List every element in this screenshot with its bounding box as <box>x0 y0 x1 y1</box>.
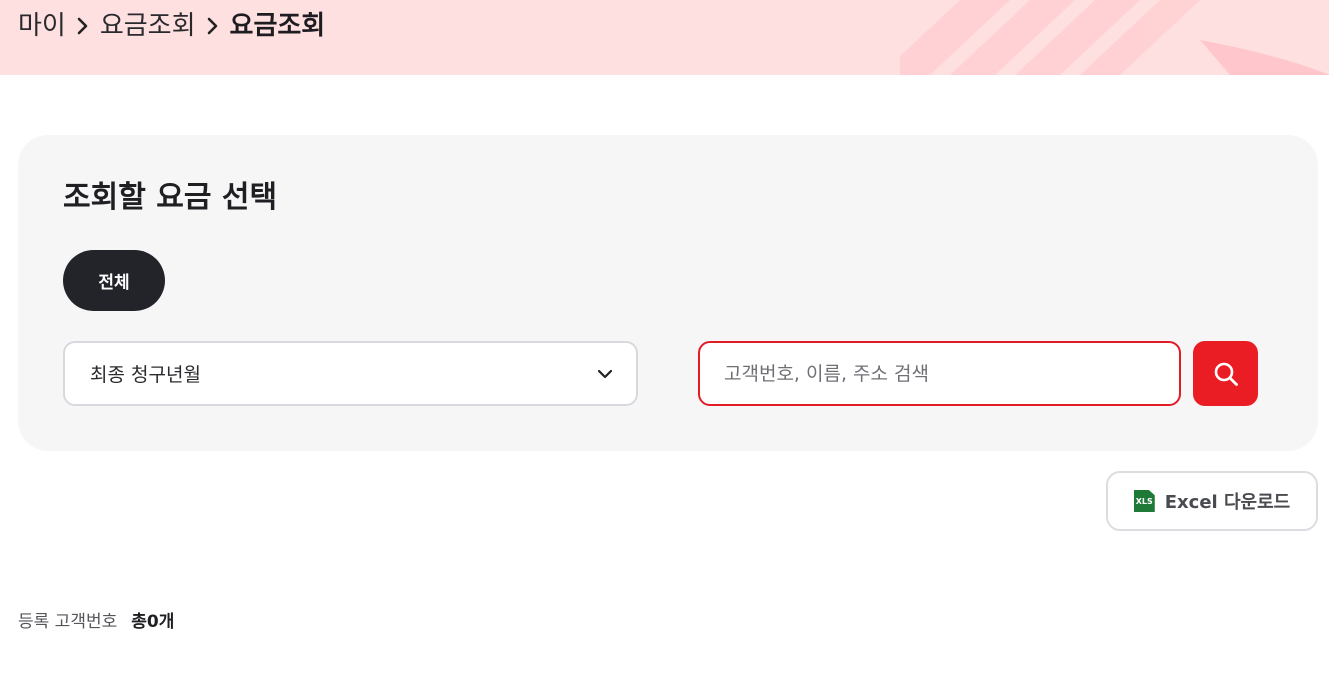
billing-period-select[interactable]: 최종 청구년월 <box>63 341 638 406</box>
excel-file-icon: XLS <box>1133 490 1155 512</box>
excel-download-button[interactable]: XLS Excel 다운로드 <box>1106 471 1318 531</box>
search-input[interactable] <box>700 343 1179 404</box>
breadcrumb: 마이 요금조회 요금조회 <box>18 7 325 45</box>
filter-chip-all[interactable]: 전체 <box>63 250 165 311</box>
page-header-band: 마이 요금조회 요금조회 <box>0 0 1329 75</box>
breadcrumb-current: 요금조회 <box>229 11 326 41</box>
registered-count-value: 총0개 <box>131 612 175 632</box>
header-decoration-icon <box>900 0 1329 75</box>
panel-title: 조회할 요금 선택 <box>63 180 278 215</box>
registered-count-row: 등록 고객번호 총0개 <box>18 607 174 632</box>
search-field <box>698 341 1181 406</box>
registered-count-label: 등록 고객번호 <box>18 612 118 632</box>
search-icon <box>1214 362 1238 386</box>
chevron-down-icon <box>597 369 613 379</box>
breadcrumb-item-billing[interactable]: 요금조회 <box>100 7 196 45</box>
chevron-right-icon <box>206 16 220 36</box>
excel-download-label: Excel 다운로드 <box>1164 492 1291 513</box>
chevron-right-icon <box>76 16 90 36</box>
fee-filter-panel: 조회할 요금 선택 전체 최종 청구년월 <box>18 135 1318 451</box>
billing-period-value: 최종 청구년월 <box>90 364 201 386</box>
search-button[interactable] <box>1193 341 1258 406</box>
breadcrumb-item-my[interactable]: 마이 <box>18 7 66 45</box>
